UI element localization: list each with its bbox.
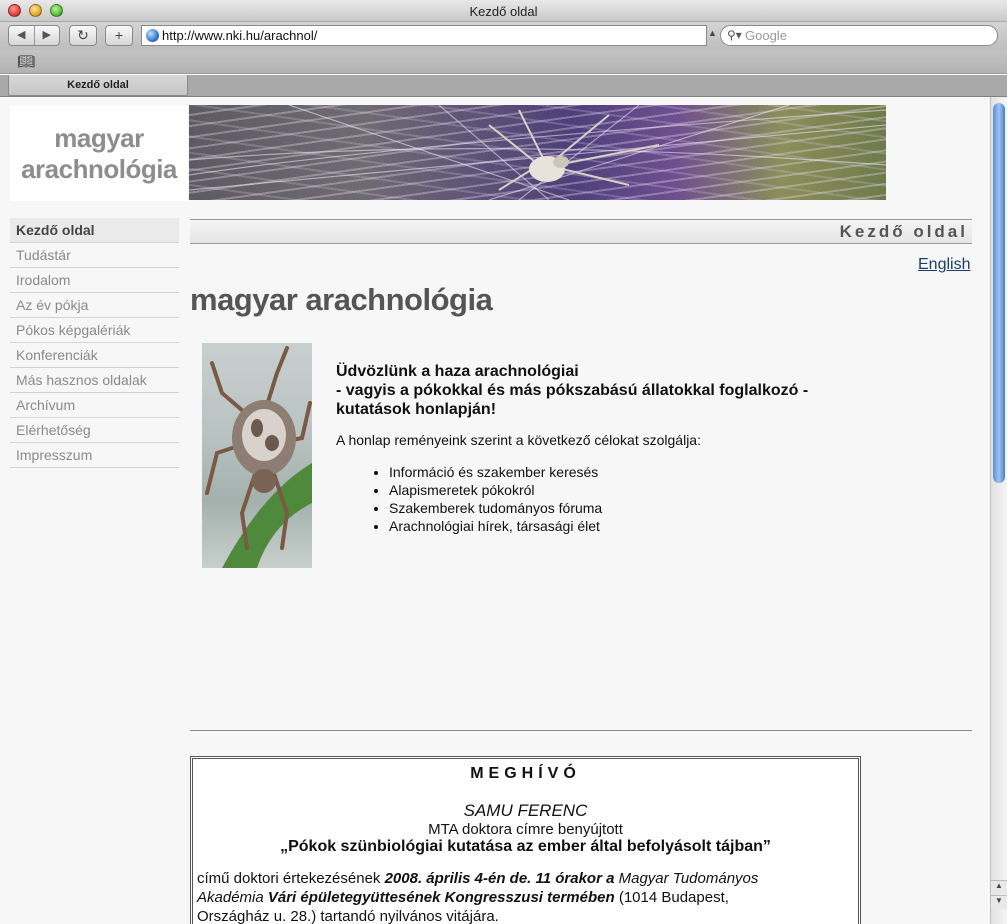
window-titlebar: Kezdő oldal <box>0 0 1007 22</box>
globe-icon <box>146 29 159 42</box>
bookmarks-bar: 📖︎ <box>0 50 1007 74</box>
url-dropdown-icon[interactable]: ▲ <box>708 28 717 38</box>
scroll-up-icon[interactable]: ▲ <box>991 880 1007 894</box>
address-bar[interactable]: http://www.nki.hu/arachnol/ <box>141 25 707 46</box>
sidebar-item-konferenciak[interactable]: Konferenciák <box>10 343 179 368</box>
search-placeholder: Google <box>745 28 787 43</box>
invitation-heading: MEGHÍVÓ <box>470 765 581 782</box>
invitation-venue: Vári épületegyüttesének Kongresszusi ter… <box>267 889 615 906</box>
welcome-line-3: kutatások honlapján! <box>336 401 497 418</box>
invitation-body-part-1: című doktori értekezésének <box>197 870 385 887</box>
search-input[interactable]: ⚲▾ Google <box>720 25 998 46</box>
page-title: magyar arachnológia <box>190 282 493 317</box>
invitation-name: SAMU FERENC <box>463 801 588 820</box>
sidebar-item-archivum[interactable]: Archívum <box>10 393 179 418</box>
logo-text: magyar arachnológia <box>10 123 188 185</box>
page-viewport: magyar arachnológia Kezdő oldal Tudástár… <box>0 97 990 924</box>
logo-line-2: arachnológia <box>21 154 177 184</box>
invitation-body: című doktori értekezésének 2008. április… <box>197 869 797 924</box>
list-item: Szakemberek tudományos fóruma <box>389 499 602 517</box>
spider-photo-drawing <box>205 346 312 568</box>
list-item: Arachnológiai hírek, társasági élet <box>389 517 602 535</box>
sidebar-item-mas-hasznos-oldalak[interactable]: Más hasznos oldalak <box>10 368 179 393</box>
sidebar-item-pokos-kepgaleriak[interactable]: Pókos képgalériák <box>10 318 179 343</box>
section-heading: Kezdő oldal <box>190 219 972 244</box>
welcome-message: Üdvözlünk a haza arachnológiai - vagyis … <box>336 362 856 419</box>
english-language-link[interactable]: English <box>918 256 970 274</box>
tab-kezdo-oldal[interactable]: Kezdő oldal <box>8 75 188 96</box>
scrollbar-thumb[interactable] <box>993 103 1005 483</box>
page-scrollbar[interactable]: ▲ ▼ <box>990 97 1007 924</box>
list-item: Alapismeretek pókokról <box>389 481 602 499</box>
sidebar-item-elerhetoseg[interactable]: Elérhetőség <box>10 418 179 443</box>
reload-icon[interactable]: ↻ <box>69 25 97 46</box>
sidebar-item-kezdo-oldal[interactable]: Kezdő oldal <box>10 218 179 243</box>
goals-list: Információ és szakember keresés Alapisme… <box>389 463 602 535</box>
back-icon[interactable]: ◀ <box>9 26 35 45</box>
forward-icon[interactable]: ▶ <box>35 26 60 45</box>
url-text: http://www.nki.hu/arachnol/ <box>162 28 318 43</box>
sidebar-item-irodalom[interactable]: Irodalom <box>10 268 179 293</box>
sidebar-item-az-ev-pokja[interactable]: Az év pókja <box>10 293 179 318</box>
logo-line-1: magyar <box>54 123 144 153</box>
invitation-box: MEGHÍVÓ SAMU FERENC MTA doktora címre be… <box>190 756 861 924</box>
tab-bar: Kezdő oldal <box>0 75 1007 97</box>
browser-toolbar: ◀ ▶ ↻ + http://www.nki.hu/arachnol/ ▲ ⚲▾… <box>0 22 1007 50</box>
invitation-thesis-title: „Pókok szünbiológiai kutatása az ember á… <box>280 838 771 855</box>
invitation-subtitle: MTA doktora címre benyújtott <box>428 821 623 838</box>
list-item: Információ és szakember keresés <box>389 463 602 481</box>
sidebar-nav: Kezdő oldal Tudástár Irodalom Az év pókj… <box>10 218 179 468</box>
search-icon: ⚲▾ <box>727 28 742 42</box>
add-bookmark-icon[interactable]: + <box>105 25 133 46</box>
scroll-down-icon[interactable]: ▼ <box>991 895 1007 909</box>
banner-spider-drawing <box>189 105 886 200</box>
spider-web-banner-image <box>189 105 886 200</box>
bookmarks-book-icon[interactable]: 📖︎ <box>17 53 35 70</box>
spider-photo-image <box>202 343 312 568</box>
welcome-line-2: - vagyis a pókokkal és más pókszabású ál… <box>336 382 809 399</box>
welcome-line-1: Üdvözlünk a haza arachnológiai <box>336 363 579 380</box>
sidebar-item-tudastar[interactable]: Tudástár <box>10 243 179 268</box>
content-divider <box>190 730 972 731</box>
sidebar-item-impresszum[interactable]: Impresszum <box>10 443 179 468</box>
invitation-date: 2008. április 4-én de. 11 órakor a <box>384 870 615 887</box>
intro-text: A honlap reményeink szerint a következő … <box>336 432 701 448</box>
window-title: Kezdő oldal <box>469 4 538 19</box>
site-logo[interactable]: magyar arachnológia <box>10 105 188 201</box>
back-forward-buttons: ◀ ▶ <box>8 25 60 46</box>
